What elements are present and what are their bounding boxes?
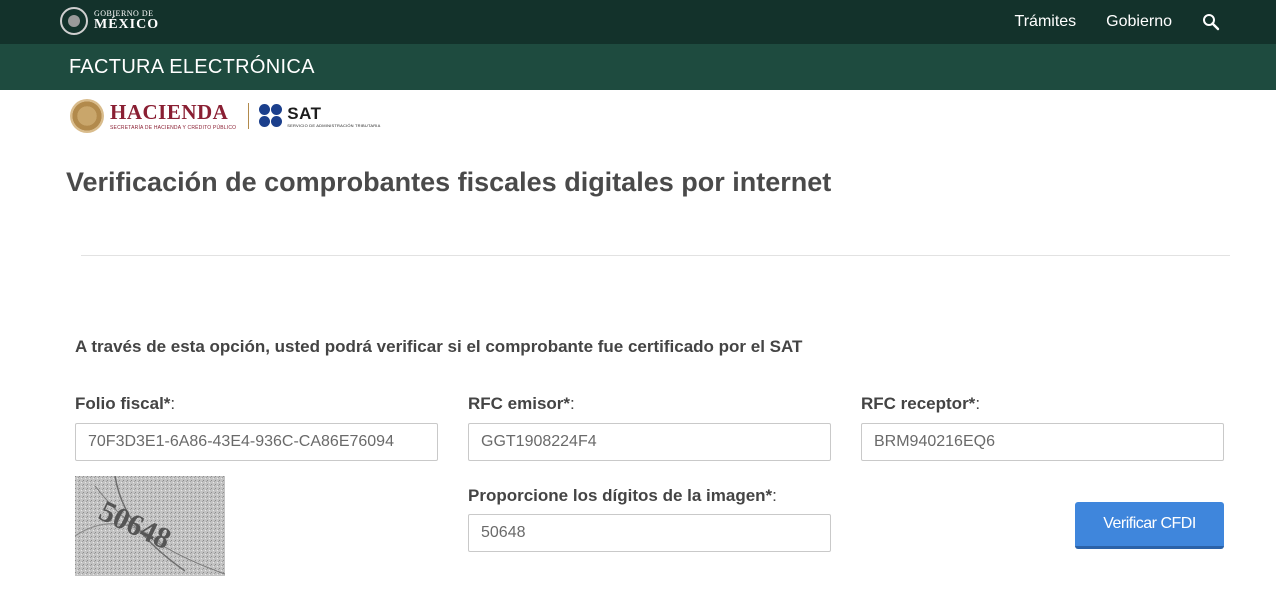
rfc-emisor-label: RFC emisor*:	[468, 394, 575, 413]
gov-logo-line2: MÉXICO	[94, 17, 160, 32]
top-bar: GOBIERNO DE MÉXICO Trámites Gobierno	[0, 0, 1276, 44]
divider	[81, 255, 1230, 256]
sat-name: SAT	[287, 103, 322, 123]
hacienda-name: HACIENDA	[110, 99, 229, 124]
rfc-emisor-input[interactable]: GGT1908224F4	[468, 423, 831, 461]
sat-logo: SAT SERVICIO DE ADMINISTRACIÓN TRIBUTARI…	[287, 105, 380, 128]
nav-link-tramites[interactable]: Trámites	[1015, 13, 1077, 31]
search-icon[interactable]	[1202, 13, 1220, 31]
institution-logos: HACIENDA SECRETARÍA DE HACIENDA Y CRÉDIT…	[70, 98, 380, 134]
gobierno-mexico-logo[interactable]: GOBIERNO DE MÉXICO	[60, 7, 159, 35]
section-bar: FACTURA ELECTRÓNICA	[0, 44, 1276, 90]
page-description: A través de esta opción, usted podrá ver…	[75, 337, 803, 356]
top-nav: Trámites Gobierno	[1015, 0, 1220, 44]
hacienda-seal-icon	[70, 99, 104, 133]
sat-dots-icon	[259, 104, 283, 128]
hacienda-subtitle: SECRETARÍA DE HACIENDA Y CRÉDITO PÚBLICO	[110, 124, 237, 131]
section-title[interactable]: FACTURA ELECTRÓNICA	[69, 56, 315, 79]
rfc-receptor-label: RFC receptor*:	[861, 394, 981, 413]
folio-input[interactable]: 70F3D3E1-6A86-43E4-936C-CA86E76094	[75, 423, 438, 461]
folio-label: Folio fiscal*:	[75, 394, 176, 413]
mexico-seal-icon	[60, 7, 88, 35]
hacienda-logo: HACIENDA SECRETARÍA DE HACIENDA Y CRÉDIT…	[110, 99, 237, 131]
nav-link-gobierno[interactable]: Gobierno	[1106, 13, 1172, 31]
logo-divider	[248, 103, 250, 129]
sat-subtitle: SERVICIO DE ADMINISTRACIÓN TRIBUTARIA	[287, 122, 381, 128]
captcha-image: 50648	[75, 476, 225, 576]
captcha-input[interactable]: 50648	[468, 514, 831, 552]
verificar-cfdi-button[interactable]: Verificar CFDI	[1075, 502, 1224, 549]
rfc-receptor-input[interactable]: BRM940216EQ6	[861, 423, 1224, 461]
page-title: Verificación de comprobantes fiscales di…	[66, 167, 832, 197]
captcha-label: Proporcione los dígitos de la imagen*:	[468, 486, 777, 505]
